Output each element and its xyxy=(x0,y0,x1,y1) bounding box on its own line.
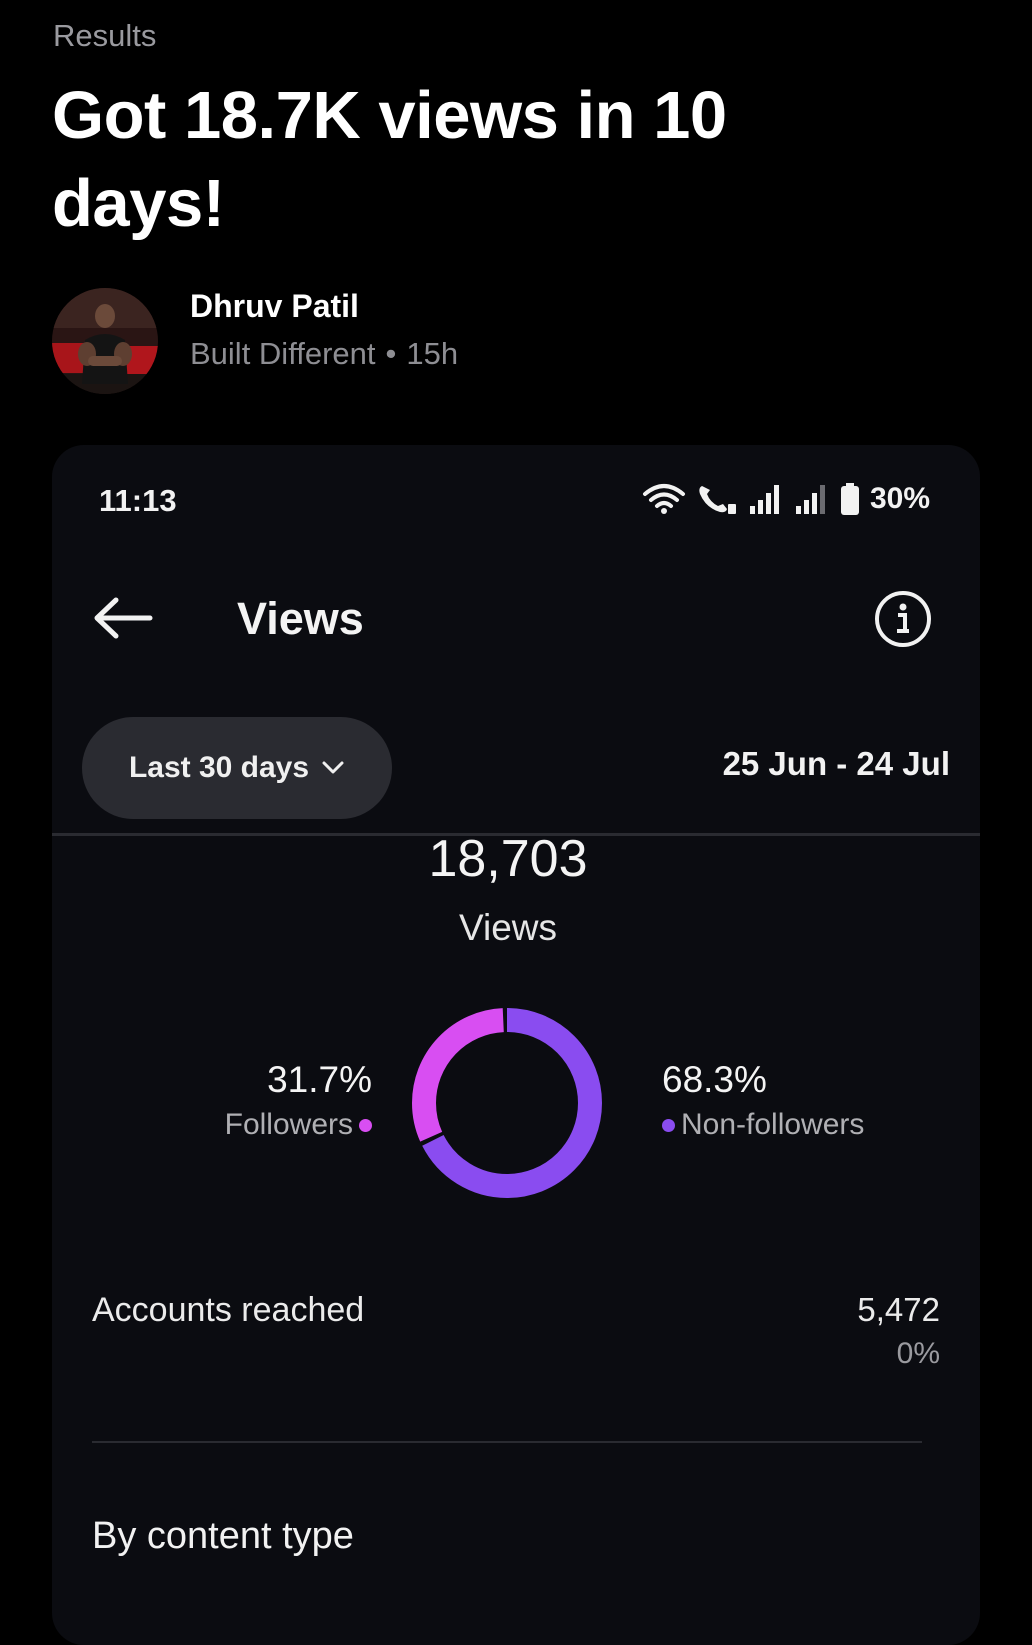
date-range-dropdown[interactable]: Last 30 days xyxy=(82,717,392,819)
date-range-text: 25 Jun - 24 Jul xyxy=(722,745,950,782)
total-views-value: 18,703 xyxy=(428,830,588,888)
post-title: Got 18.7K views in 10 days! xyxy=(52,78,727,241)
accounts-reached-label: Accounts reached xyxy=(92,1291,365,1329)
date-range-selected: Last 30 days xyxy=(128,751,310,784)
screen-title: Views xyxy=(237,593,364,644)
accounts-reached-change: 0% xyxy=(896,1337,940,1370)
accounts-reached-value: 5,472 xyxy=(857,1291,940,1328)
status-icons: 30% xyxy=(642,479,930,519)
signal-icon xyxy=(749,485,779,514)
arrow-left-icon xyxy=(94,597,153,639)
non-followers-percent: 68.3% xyxy=(662,1059,767,1100)
post-category: Results xyxy=(53,18,157,53)
total-views-label: Views xyxy=(458,907,558,948)
wifi-calling-icon xyxy=(699,486,736,514)
battery-icon xyxy=(840,483,859,515)
followers-percent: 31.7% xyxy=(267,1059,372,1100)
followers-stat: 31.7% Followers xyxy=(225,1057,372,1147)
non-followers-label: Non-followers xyxy=(681,1108,865,1141)
author-meta: Built Different • 15h xyxy=(190,336,458,372)
followers-label: Followers xyxy=(224,1108,353,1141)
non-followers-stat: 68.3% Non-followers xyxy=(662,1057,864,1147)
wifi-icon xyxy=(642,484,685,514)
post-time: 15h xyxy=(406,336,459,371)
followers-dot xyxy=(359,1118,372,1132)
group-name[interactable]: Built Different xyxy=(190,336,376,371)
info-icon xyxy=(875,591,931,647)
section-title: By content type xyxy=(92,1515,354,1557)
insights-screenshot: 11:13 30% Views Last 30 days 25 Jun - 24… xyxy=(52,445,980,1645)
non-followers-dot xyxy=(662,1118,675,1132)
avatar[interactable] xyxy=(52,288,158,394)
non-followers-legend: Non-followers xyxy=(662,1103,864,1147)
signal-icon-2 xyxy=(795,485,825,514)
chevron-down-icon xyxy=(322,761,344,774)
meta-separator: • xyxy=(385,336,397,371)
info-button[interactable] xyxy=(871,587,935,651)
followers-legend: Followers xyxy=(225,1103,372,1147)
battery-percent: 30% xyxy=(869,482,930,515)
status-time: 11:13 xyxy=(99,483,177,518)
back-button[interactable] xyxy=(90,585,156,651)
divider xyxy=(92,1441,922,1443)
views-donut-chart xyxy=(412,1008,602,1198)
avatar-photo xyxy=(52,288,158,394)
author-name[interactable]: Dhruv Patil xyxy=(190,288,359,325)
